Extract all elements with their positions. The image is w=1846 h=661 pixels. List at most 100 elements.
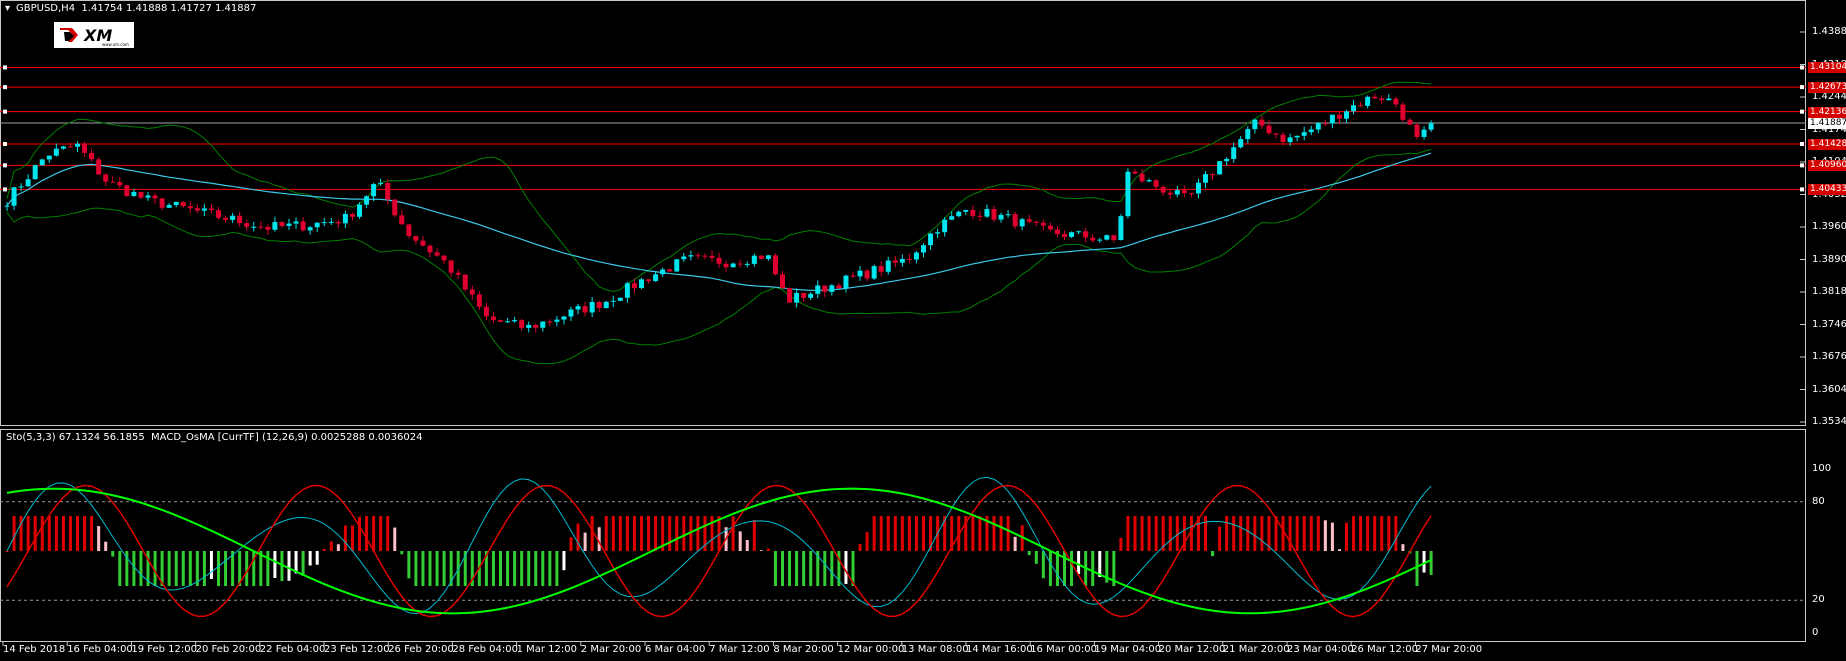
osma-histogram-bar <box>604 516 608 551</box>
time-tick-label: 27 Mar 20:00 <box>1415 644 1483 655</box>
osma-histogram-bar <box>548 551 552 586</box>
osma-histogram-bar <box>872 516 876 551</box>
osma-histogram-bar <box>12 516 16 551</box>
osma-histogram-bar <box>569 537 573 551</box>
candle-body <box>1174 190 1180 195</box>
osma-histogram-bar <box>1133 516 1137 551</box>
osma-histogram-bar <box>329 541 333 551</box>
osma-histogram-bar <box>1211 551 1215 557</box>
osma-histogram-bar <box>5 551 9 552</box>
candle-body <box>561 316 567 320</box>
osma-histogram-bar <box>752 519 756 551</box>
candle-body <box>427 245 433 253</box>
osma-histogram-bar <box>174 551 178 586</box>
candle-body <box>1160 186 1166 193</box>
candle-body <box>39 159 45 166</box>
time-tick-label: 7 Mar 12:00 <box>709 644 770 655</box>
osma-histogram-bar <box>372 516 376 551</box>
candle-body <box>1188 193 1194 195</box>
time-tick-label: 12 Mar 00:00 <box>837 644 905 655</box>
candle-body <box>1365 96 1371 106</box>
osma-histogram-bar <box>1027 551 1031 556</box>
candle-body <box>237 215 243 224</box>
candle-body <box>1379 98 1385 101</box>
candle-body <box>279 222 285 226</box>
osma-histogram-bar <box>886 516 890 551</box>
level-price-tag[interactable]: 1.40433 <box>1808 184 1846 196</box>
level-price-tag[interactable]: 1.40960 <box>1808 160 1846 172</box>
level-price-tag[interactable]: 1.41428 <box>1808 138 1846 150</box>
osma-histogram-bar <box>111 551 115 557</box>
collapse-icon[interactable]: ▾ <box>5 3 10 15</box>
candle-body <box>314 222 320 228</box>
candle-body <box>878 266 884 272</box>
candle-body <box>991 208 997 220</box>
osma-histogram-bar <box>358 516 361 551</box>
osma-histogram-bar <box>379 516 383 551</box>
osma-histogram-bar <box>435 551 439 586</box>
osma-histogram-bar <box>1006 516 1010 551</box>
candle-body <box>1146 180 1152 182</box>
osma-histogram-bar <box>1232 516 1236 551</box>
osma-histogram-bar <box>393 527 397 551</box>
candle-body <box>1224 158 1230 162</box>
osma-histogram-bar <box>844 551 848 584</box>
candle-body <box>53 148 59 156</box>
indicator-tick-label: 80 <box>1812 495 1825 507</box>
candle-body <box>808 293 814 298</box>
candle-body <box>371 184 377 197</box>
candle-body <box>455 272 461 275</box>
candle-body <box>1266 125 1272 134</box>
osma-histogram-bar <box>139 551 143 586</box>
time-tick-label: 13 Mar 08:00 <box>901 644 969 655</box>
candle-body <box>653 274 659 282</box>
osma-histogram-bar <box>1394 516 1398 551</box>
candle-body <box>519 320 525 328</box>
candle-body <box>4 205 10 207</box>
candle-body <box>208 208 214 211</box>
candle-body <box>836 285 842 289</box>
candle-body <box>152 195 158 199</box>
osma-histogram-bar <box>1168 516 1172 551</box>
osma-histogram-bar <box>1323 520 1327 551</box>
candle-body <box>103 174 109 182</box>
osma-histogram-bar <box>76 516 79 551</box>
candle-body <box>970 209 976 216</box>
candle-body <box>596 301 602 309</box>
candle-body <box>1287 137 1293 143</box>
candle-body <box>829 285 835 292</box>
candle-body <box>392 199 398 216</box>
candle-body <box>187 206 193 209</box>
level-price-tag[interactable]: 1.42673 <box>1808 82 1846 94</box>
level-handle-left <box>3 141 7 146</box>
osma-histogram-bar <box>611 516 615 551</box>
candle-body <box>483 306 489 317</box>
level-price-tag[interactable]: 1.43104 <box>1808 62 1846 74</box>
osma-histogram-bar <box>541 551 545 586</box>
candle-body <box>378 183 384 185</box>
candle-body <box>554 319 560 322</box>
candle-body <box>230 215 236 220</box>
osma-histogram-bar <box>1041 551 1045 579</box>
level-price-tag[interactable]: 1.42136 <box>1808 106 1846 118</box>
osma-histogram-bar <box>1147 516 1151 551</box>
osma-histogram-bar <box>647 516 651 551</box>
candle-body <box>1097 239 1103 241</box>
level-handle-right <box>1800 65 1804 70</box>
osma-histogram-bar <box>1288 516 1292 551</box>
osma-histogram-bar <box>90 516 94 551</box>
candle-body <box>1329 114 1335 124</box>
candle-body <box>1195 182 1201 194</box>
osma-histogram-bar <box>971 516 975 551</box>
osma-histogram-bar <box>1380 516 1384 551</box>
candle-body <box>46 155 52 160</box>
candle-body <box>1259 119 1265 126</box>
candle-body <box>490 316 496 321</box>
candle-body <box>1428 123 1434 130</box>
osma-histogram-bar <box>83 516 87 551</box>
candle-body <box>702 255 708 257</box>
osma-histogram-bar <box>788 551 792 586</box>
candle-body <box>794 292 800 303</box>
candle-body <box>998 214 1004 220</box>
osma-histogram-bar <box>1429 551 1433 575</box>
